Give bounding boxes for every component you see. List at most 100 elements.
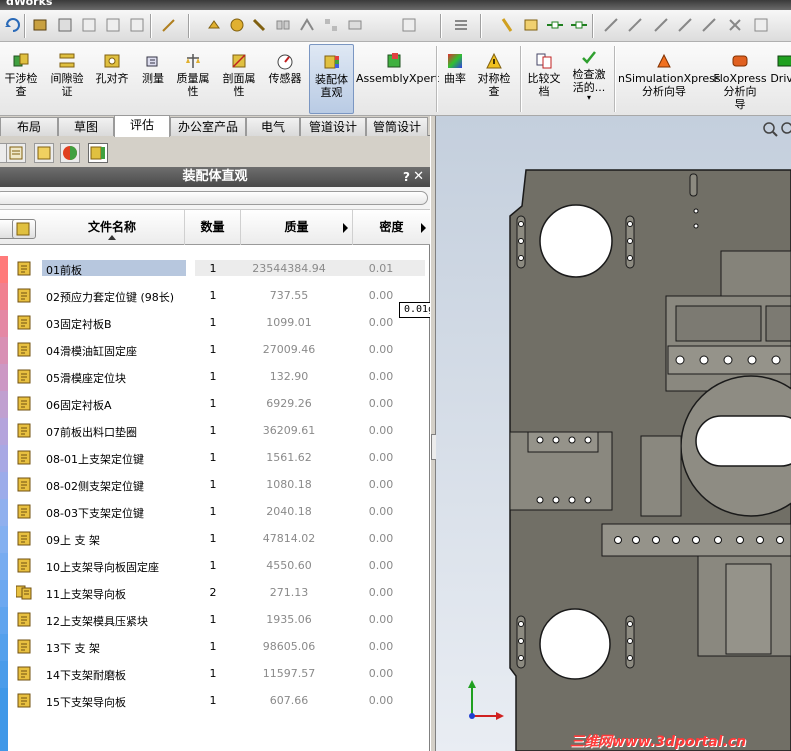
property-manager-tab-icon[interactable] — [6, 143, 26, 163]
component-density: 0.01 — [368, 262, 394, 275]
table-row[interactable]: 02预应力套定位键 (98长) 1 737.55 0.00 — [0, 283, 430, 310]
move-component-icon[interactable] — [206, 16, 224, 34]
configuration-manager-tab-icon[interactable] — [34, 143, 54, 163]
component-name: 07前板出料口垫圈 — [46, 426, 137, 439]
column-header-mass[interactable]: 质量 — [241, 210, 353, 245]
cross-tool-icon[interactable] — [726, 16, 744, 34]
table-row[interactable]: 04滑模油缸固定座 1 27009.46 0.00 — [0, 337, 430, 364]
hide-show-icon[interactable] — [56, 16, 74, 34]
component-density: 0.00 — [368, 559, 394, 572]
floxpress-button[interactable]: FloXpress 分析向导 — [712, 42, 768, 116]
mass-color-bar — [0, 283, 8, 310]
component-name: 08-01上支架定位键 — [46, 453, 144, 466]
mass-color-bar — [0, 688, 8, 715]
check-active-document-button[interactable]: 检查激 活的... ▾ — [566, 42, 612, 116]
table-row[interactable]: 06固定衬板A 1 6929.26 0.00 — [0, 391, 430, 418]
table-row[interactable]: 03固定衬板B 1 1099.01 0.00 — [0, 310, 430, 337]
assemblyxpert-button[interactable]: AssemblyXpert — [356, 42, 439, 116]
table-row[interactable]: 14下支架耐磨板 1 11597.57 0.00 — [0, 661, 430, 688]
tab-tubing[interactable]: 管筒设计 — [366, 117, 428, 136]
options-icon[interactable] — [752, 16, 770, 34]
display-manager-tab-icon[interactable] — [60, 143, 80, 163]
tab-office-products[interactable]: 办公室产品 — [170, 117, 246, 136]
section-view-icon[interactable] — [128, 16, 146, 34]
tab-layout[interactable]: 布局 — [0, 117, 58, 136]
component-name: 09上 支 架 — [46, 534, 100, 547]
clearance-verification-button[interactable]: 间隙验证 — [44, 42, 90, 116]
component-density: 0.00 — [368, 667, 394, 680]
view-orientation-icon[interactable] — [104, 16, 122, 34]
trim-icon[interactable] — [652, 16, 670, 34]
table-row[interactable]: 13下 支 架 1 98605.06 0.00 — [0, 634, 430, 661]
table-row[interactable]: 01前板 1 23544384.94 0.01 — [0, 256, 430, 283]
new-motion-study-icon[interactable] — [346, 16, 364, 34]
column-menu-arrow-icon[interactable] — [343, 223, 348, 233]
component-qty: 1 — [209, 289, 217, 302]
tab-sketch[interactable]: 草图 — [58, 117, 114, 136]
angle-mate-icon[interactable] — [570, 16, 588, 34]
assembly-visualization-tab-icon[interactable] — [88, 143, 108, 163]
component-density: 0.00 — [368, 613, 394, 626]
list-view-icon[interactable] — [452, 16, 470, 34]
component-mass: 27009.46 — [262, 343, 316, 356]
column-header-name[interactable]: 文件名称 — [40, 210, 185, 245]
display-style-icon[interactable] — [32, 16, 50, 34]
graphics-area[interactable] — [436, 116, 791, 751]
table-row[interactable]: 05滑模座定位块 1 132.90 0.00 — [0, 364, 430, 391]
tab-piping[interactable]: 管道设计 — [300, 117, 366, 136]
table-row[interactable]: 11上支架导向板 2 271.13 0.00 — [0, 580, 430, 607]
sketch-icon[interactable] — [160, 16, 178, 34]
help-icon[interactable]: ? — [403, 167, 410, 187]
table-row[interactable]: 08-01上支架定位键 1 1561.62 0.00 — [0, 445, 430, 472]
hole-alignment-button[interactable]: 孔对齐 — [92, 42, 132, 116]
distance-mate-icon[interactable] — [546, 16, 564, 34]
tab-evaluate[interactable]: 评估 — [114, 115, 170, 137]
tab-electrical[interactable]: 电气 — [246, 117, 300, 136]
column-menu-arrow-icon[interactable] — [421, 223, 426, 233]
table-row[interactable]: 10上支架导向板固定座 1 4550.60 0.00 — [0, 553, 430, 580]
offset-icon[interactable] — [676, 16, 694, 34]
horizontal-scrollbar[interactable] — [0, 191, 428, 205]
compare-documents-button[interactable]: 比较文档 — [524, 42, 564, 116]
smart-fasteners-icon[interactable] — [250, 16, 268, 34]
curvature-button[interactable]: 曲率 — [440, 42, 470, 116]
assembly-visualization-button[interactable]: 装配体 直观 — [309, 44, 354, 114]
column-header-density[interactable]: 密度 — [353, 210, 430, 245]
reference-geometry-icon[interactable] — [522, 16, 540, 34]
linear-pattern-icon[interactable] — [626, 16, 644, 34]
section-properties-button[interactable]: 剖面属性 — [218, 42, 260, 116]
check-active-icon — [582, 51, 596, 64]
fix-icon[interactable] — [498, 16, 516, 34]
component-density: 0.00 — [368, 397, 394, 410]
rotate-component-icon[interactable] — [228, 16, 246, 34]
panel-title-bar: 装配体直观 ? ✕ — [0, 167, 430, 187]
symmetry-check-button[interactable]: 对称检查 — [472, 42, 516, 116]
mate-icon[interactable] — [298, 16, 316, 34]
table-row[interactable]: 09上 支 架 1 47814.02 0.00 — [0, 526, 430, 553]
measure-button[interactable]: 测量 — [136, 42, 170, 116]
mirror-icon[interactable] — [700, 16, 718, 34]
smart-dimension-icon[interactable] — [602, 16, 620, 34]
panel-title: 装配体直观 — [182, 169, 248, 184]
table-row[interactable]: 08-02侧支架定位键 1 1080.18 0.00 — [0, 472, 430, 499]
table-row[interactable]: 12上支架模具压紧块 1 1935.06 0.00 — [0, 607, 430, 634]
simulationxpress-button[interactable]: nSimulationXpress 分析向导 — [618, 42, 721, 116]
interference-detection-button[interactable]: 干涉检查 — [0, 42, 42, 116]
assembly-view-toggle-icon[interactable] — [12, 219, 36, 239]
driveworks-button[interactable]: Drive — [770, 42, 791, 116]
table-row[interactable]: 08-03下支架定位键 1 2040.18 0.00 — [0, 499, 430, 526]
table-row[interactable]: 15下支架导向板 1 607.66 0.00 — [0, 688, 430, 715]
zoom-to-fit-icon[interactable] — [763, 122, 778, 137]
zoom-area-icon[interactable] — [781, 122, 791, 134]
column-header-qty[interactable]: 数量 — [185, 210, 241, 245]
bill-of-materials-icon[interactable] — [400, 16, 418, 34]
pattern-icon[interactable] — [322, 16, 340, 34]
edit-appearance-icon[interactable] — [80, 16, 98, 34]
sensor-button[interactable]: 传感器 — [264, 42, 306, 116]
table-row[interactable]: 07前板出料口垫圈 1 36209.61 0.00 — [0, 418, 430, 445]
close-icon[interactable]: ✕ — [413, 167, 424, 187]
explode-view-icon[interactable] — [274, 16, 292, 34]
rotate-view-icon[interactable] — [4, 16, 22, 34]
component-density: 0.00 — [368, 586, 394, 599]
mass-properties-button[interactable]: 质量属性 — [172, 42, 214, 116]
